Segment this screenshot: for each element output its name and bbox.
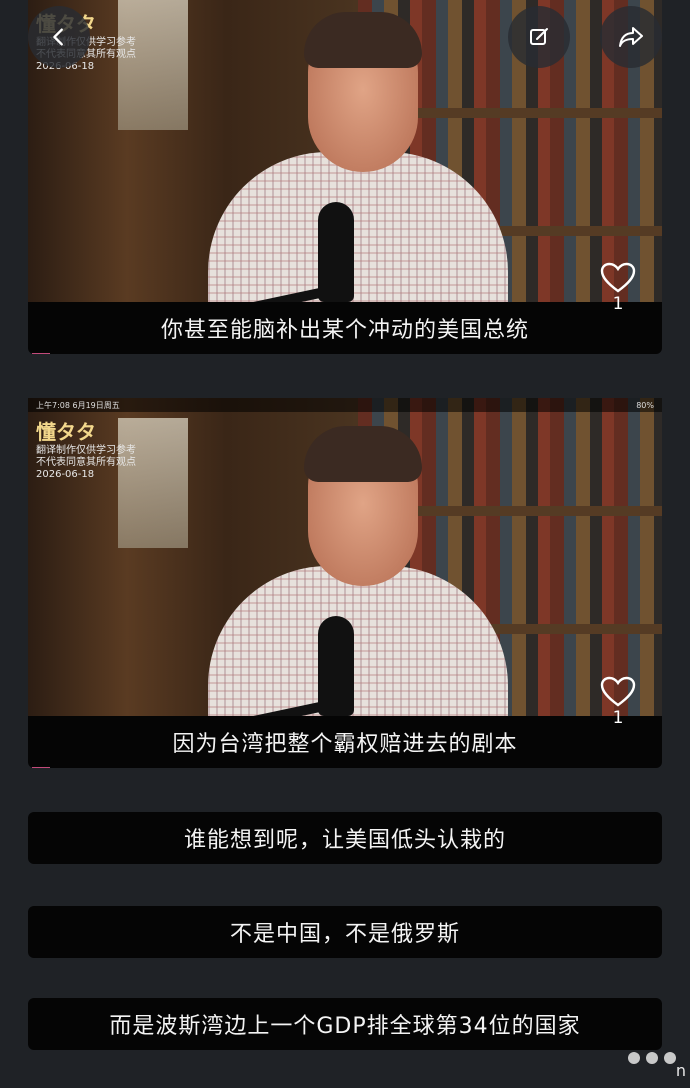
share-button[interactable] — [600, 6, 662, 68]
subtitle-caption: 而是波斯湾边上一个GDP排全球第34位的国家 — [28, 998, 662, 1050]
share-icon — [619, 27, 643, 47]
microphone — [318, 616, 354, 716]
speaker — [208, 12, 508, 302]
status-time: 上午7:08 6月19日周五 — [36, 400, 120, 410]
like-count: 1 — [612, 708, 624, 728]
like-button[interactable]: 1 — [600, 262, 636, 314]
accent-mark — [32, 767, 50, 768]
accent-mark — [32, 353, 50, 354]
bottom-overlay — [628, 1052, 676, 1064]
microphone — [318, 202, 354, 302]
chevron-left-icon — [53, 28, 63, 46]
watermark: 懂タタ 翻译制作仅供学习参考 不代表同意其所有观点 2026-06-18 — [36, 416, 136, 481]
like-button[interactable]: 1 — [600, 676, 636, 728]
edit-button[interactable] — [508, 6, 570, 68]
dot-icon — [646, 1052, 658, 1064]
video-still-2: 上午7:08 6月19日周五 80% 懂タタ 翻译制作仅供学习参考 不代表同意其… — [28, 398, 662, 716]
dot-icon — [664, 1052, 676, 1064]
like-count: 1 — [612, 294, 624, 314]
corner-text: n — [675, 1061, 686, 1080]
subtitle-caption: 谁能想到呢，让美国低头认栽的 — [28, 812, 662, 864]
edit-icon — [530, 28, 548, 45]
speaker-hair — [304, 12, 422, 68]
watermark-brand: 懂タタ — [36, 420, 96, 444]
heart-icon — [600, 262, 636, 293]
watermark-line: 翻译制作仅供学习参考 — [36, 445, 136, 456]
subtitle-caption: 你甚至能脑补出某个冲动的美国总统 — [28, 302, 662, 354]
subtitle-caption: 因为台湾把整个霸权赔进去的剧本 — [28, 716, 662, 768]
watermark-line: 不代表同意其所有观点 — [36, 457, 136, 468]
heart-icon — [600, 676, 636, 707]
speaker-shirt — [208, 566, 508, 716]
video-frame-1: 懂タタ 翻译制作仅供学习参考 不代表同意其所有观点 2026-06-18 你甚至… — [28, 0, 662, 354]
device-status-bar: 上午7:08 6月19日周五 80% — [28, 398, 662, 412]
speaker — [208, 426, 508, 716]
status-battery: 80% — [636, 400, 654, 410]
watermark-date: 2026-06-18 — [36, 469, 95, 480]
speaker-shirt — [208, 152, 508, 302]
speaker-hair — [304, 426, 422, 482]
video-frame-2: 上午7:08 6月19日周五 80% 懂タタ 翻译制作仅供学习参考 不代表同意其… — [28, 398, 662, 768]
subtitle-caption: 不是中国，不是俄罗斯 — [28, 906, 662, 958]
back-button[interactable] — [28, 6, 90, 68]
dot-icon — [628, 1052, 640, 1064]
